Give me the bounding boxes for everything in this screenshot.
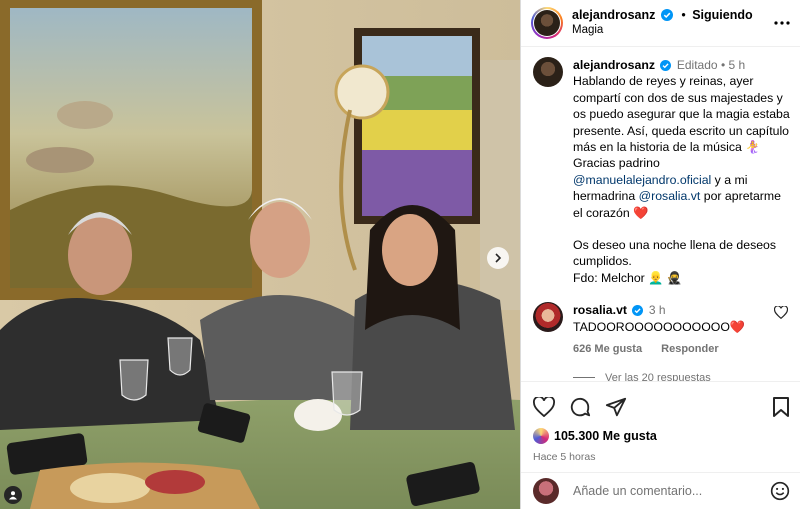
mention-manuelalejandro[interactable]: @manuelalejandro.oficial	[573, 173, 711, 187]
caption: alejandrosanz Editado • 5 h Hablando de …	[521, 47, 800, 286]
like-icon[interactable]	[533, 397, 555, 417]
caption-avatar[interactable]	[533, 57, 563, 87]
post-header: alejandrosanz • Siguiendo Magia	[521, 0, 800, 47]
commenter-username[interactable]: rosalia.vt	[573, 303, 627, 317]
caption-text-1: Hablando de reyes y reinas, ayer compart…	[573, 74, 790, 155]
caption-text-2: Gracias padrino	[573, 156, 660, 171]
post-side-panel: alejandrosanz • Siguiendo Magia alejandr…	[520, 0, 800, 509]
comment-composer: Añade un comentario...	[521, 472, 800, 509]
emoji-icon[interactable]	[770, 481, 790, 501]
comment-item: rosalia.vt 3 h TADOOROOOOOOOOOOO❤️ 626 M…	[521, 286, 800, 357]
verified-icon	[632, 305, 644, 317]
comment-icon[interactable]	[569, 396, 591, 418]
comment-text: TADOOROOOOOOOOOOO❤️	[573, 319, 746, 334]
chevron-right-icon	[495, 253, 502, 263]
edited-label: Editado	[676, 58, 718, 72]
commenter-avatar[interactable]	[533, 302, 563, 333]
caption-username[interactable]: alejandrosanz	[573, 58, 655, 72]
post-location[interactable]: Magia	[572, 23, 753, 38]
post-actions: 105.300 Me gusta Hace 5 horas	[521, 381, 800, 463]
view-replies-button[interactable]: Ver las 20 respuestas	[573, 371, 800, 382]
tagged-users-button[interactable]	[4, 486, 22, 504]
more-options-icon[interactable]	[774, 21, 790, 25]
follow-status-button[interactable]: Siguiendo	[692, 8, 752, 22]
caption-time[interactable]: 5 h	[729, 58, 746, 72]
author-username[interactable]: alejandrosanz	[572, 8, 655, 22]
caption-text-6: Fdo: Melchor 👱‍♂️ 🥷	[573, 270, 683, 285]
likes-count[interactable]: 105.300 Me gusta	[533, 428, 790, 444]
user-icon	[9, 491, 17, 500]
verified-icon	[660, 60, 672, 71]
verified-icon	[660, 9, 673, 21]
comment-time[interactable]: 3 h	[649, 303, 666, 317]
mention-rosalia[interactable]: @rosalia.vt	[639, 189, 701, 203]
share-icon[interactable]	[605, 396, 627, 418]
save-icon[interactable]	[772, 396, 790, 418]
current-user-avatar	[533, 478, 559, 504]
reply-button[interactable]: Responder	[661, 343, 718, 355]
comments-list[interactable]: alejandrosanz Editado • 5 h Hablando de …	[521, 47, 800, 381]
photo-image	[0, 0, 520, 509]
caption-text-5: Os deseo una noche llena de deseos cumpl…	[573, 238, 777, 269]
comment-input[interactable]: Añade un comentario...	[573, 484, 770, 498]
author-avatar[interactable]	[531, 7, 563, 39]
comment-likes[interactable]: 626 Me gusta	[573, 343, 642, 355]
likes-label: 105.300 Me gusta	[554, 429, 657, 443]
next-image-button[interactable]	[487, 247, 509, 269]
view-replies-label: Ver las 20 respuestas	[605, 371, 711, 382]
like-comment-icon[interactable]	[774, 306, 788, 320]
post-photo[interactable]	[0, 0, 520, 509]
post-timestamp[interactable]: Hace 5 horas	[533, 451, 790, 463]
liker-avatar	[533, 428, 549, 444]
